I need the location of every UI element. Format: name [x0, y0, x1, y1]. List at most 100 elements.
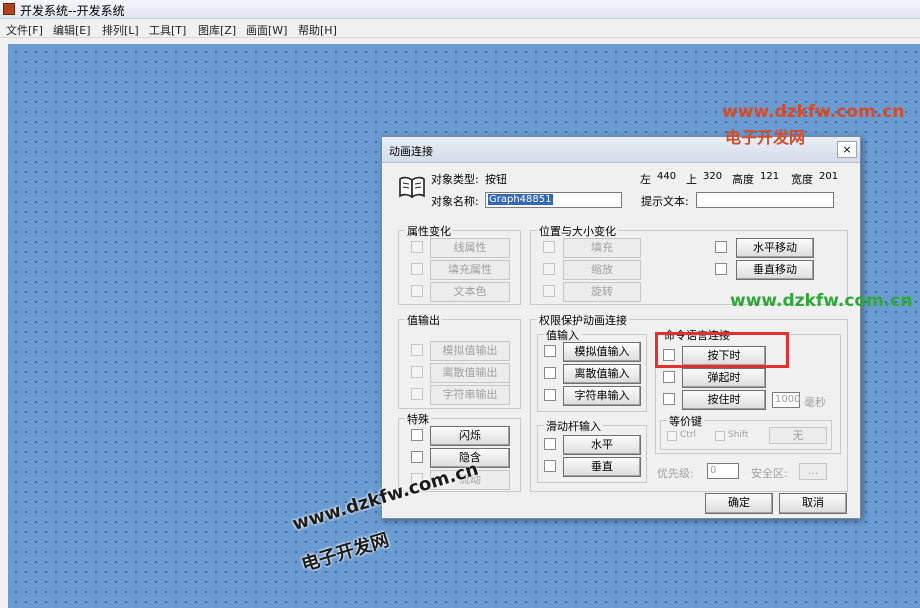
attr-textcolor-button[interactable]: 文本色 [430, 282, 510, 302]
watermark-url-top: www.dzkfw.com.cn [722, 102, 905, 122]
attr-change-group: 属性变化 线属性 填充属性 文本色 [398, 223, 521, 305]
value-output-title: 值输出 [405, 312, 442, 328]
left-value: 440 [657, 171, 677, 182]
priority-field[interactable]: 0 [707, 463, 739, 479]
hotkey-group: 等价键 Ctrl Shift 无 [660, 413, 832, 450]
protected-link-title: 权限保护动画连接 [537, 312, 629, 328]
watermark-url-mid: www.dzkfw.com.cn [730, 291, 913, 311]
attr-fill-checkbox[interactable] [411, 263, 423, 275]
vmove-button[interactable]: 垂直移动 [736, 260, 814, 280]
slider-vertical-checkbox[interactable] [544, 460, 556, 472]
slider-vertical-button[interactable]: 垂直 [563, 457, 641, 477]
watermark-name-top: 电子开发网 [725, 128, 806, 147]
pos-fill-button[interactable]: 填充 [563, 238, 641, 258]
string-output-checkbox[interactable] [411, 388, 423, 400]
slider-horizontal-checkbox[interactable] [544, 438, 556, 450]
width-value: 201 [819, 171, 839, 182]
app-icon [3, 3, 15, 15]
attr-line-button[interactable]: 线属性 [430, 238, 510, 258]
object-name-value: Graph48851 [488, 194, 553, 205]
dialog-title: 动画连接 [389, 145, 433, 158]
position-size-title: 位置与大小变化 [537, 223, 618, 239]
pos-scale-button[interactable]: 缩放 [563, 260, 641, 280]
discrete-input-checkbox[interactable] [544, 367, 556, 379]
while-held-button[interactable]: 按住时 [682, 390, 766, 410]
attr-fill-button[interactable]: 填充属性 [430, 260, 510, 280]
discrete-output-button[interactable]: 离散值输出 [430, 363, 510, 383]
shift-label: Shift [728, 430, 749, 440]
prompt-label: 提示文本: [641, 195, 689, 208]
attr-line-checkbox[interactable] [411, 241, 423, 253]
string-input-checkbox[interactable] [544, 389, 556, 401]
pos-rotate-button[interactable]: 旋转 [563, 282, 641, 302]
object-name-field[interactable]: Graph48851 [485, 192, 622, 208]
analog-input-button[interactable]: 模拟值输入 [563, 342, 641, 362]
object-type-value: 按钮 [485, 173, 507, 186]
ok-button[interactable]: 确定 [705, 493, 773, 514]
on-release-button[interactable]: 弹起时 [682, 368, 766, 388]
pos-fill-checkbox[interactable] [543, 241, 555, 253]
ctrl-checkbox[interactable] [667, 431, 677, 441]
top-value: 320 [703, 171, 723, 182]
vmove-checkbox[interactable] [715, 263, 727, 275]
on-release-checkbox[interactable] [663, 371, 675, 383]
shift-checkbox[interactable] [715, 431, 725, 441]
pos-scale-checkbox[interactable] [543, 263, 555, 275]
zone-button[interactable]: ... [799, 463, 827, 480]
prompt-field[interactable] [696, 192, 834, 208]
hide-checkbox[interactable] [411, 451, 423, 463]
slider-input-title: 滑动杆输入 [544, 418, 603, 434]
hotkey-title: 等价键 [667, 413, 704, 429]
analog-input-checkbox[interactable] [544, 345, 556, 357]
menu-help[interactable]: 帮助[H] [298, 22, 337, 38]
slider-input-group: 滑动杆输入 水平 垂直 [537, 418, 647, 483]
string-input-button[interactable]: 字符串输入 [563, 386, 641, 406]
animation-link-dialog: 动画连接 × 对象类型: 按钮 左 440 上 320 高度 121 宽度 20… [381, 136, 861, 519]
app-title: 开发系统--开发系统 [20, 4, 125, 18]
cancel-button[interactable]: 取消 [779, 493, 847, 514]
height-value: 121 [760, 171, 780, 182]
attr-textcolor-checkbox[interactable] [411, 285, 423, 297]
analog-output-button[interactable]: 模拟值输出 [430, 341, 510, 361]
discrete-input-button[interactable]: 离散值输入 [563, 364, 641, 384]
menu-arrange[interactable]: 排列[L] [102, 22, 139, 38]
width-label: 宽度 [791, 173, 813, 186]
priority-value: 0 [710, 465, 717, 476]
close-button[interactable]: × [837, 141, 857, 158]
menu-bar: 文件[F] 编辑[E] 排列[L] 工具[T] 图库[Z] 画面[W] 帮助[H… [0, 19, 920, 38]
hmove-button[interactable]: 水平移动 [736, 238, 814, 258]
highlight-box [655, 332, 789, 368]
while-held-checkbox[interactable] [663, 393, 675, 405]
attr-change-title: 属性变化 [405, 223, 453, 239]
height-label: 高度 [732, 173, 754, 186]
string-output-button[interactable]: 字符串输出 [430, 385, 510, 405]
hotkey-button[interactable]: 无 [769, 427, 827, 444]
value-input-title: 值输入 [544, 327, 581, 343]
book-icon [399, 176, 425, 198]
menu-tools[interactable]: 工具[T] [149, 22, 186, 38]
left-label: 左 [640, 173, 651, 186]
analog-output-checkbox[interactable] [411, 344, 423, 356]
hmove-checkbox[interactable] [715, 241, 727, 253]
top-label: 上 [686, 173, 697, 186]
value-output-group: 值输出 模拟值输出 离散值输出 字符串输出 [398, 312, 521, 409]
interval-unit: 毫秒 [804, 396, 826, 409]
menu-library[interactable]: 图库[Z] [198, 22, 236, 38]
menu-edit[interactable]: 编辑[E] [53, 22, 91, 38]
pos-rotate-checkbox[interactable] [543, 285, 555, 297]
slider-horizontal-button[interactable]: 水平 [563, 435, 641, 455]
object-type-label: 对象类型: [431, 173, 479, 186]
interval-value: 1000 [775, 394, 801, 405]
discrete-output-checkbox[interactable] [411, 366, 423, 378]
menu-file[interactable]: 文件[F] [6, 22, 43, 38]
zone-label: 安全区: [751, 467, 788, 480]
special-title: 特殊 [405, 411, 431, 427]
ctrl-label: Ctrl [680, 430, 697, 440]
blink-button[interactable]: 闪烁 [430, 426, 510, 446]
app-title-bar: 开发系统--开发系统 [0, 0, 920, 19]
object-name-label: 对象名称: [431, 195, 479, 208]
menu-screen[interactable]: 画面[W] [246, 22, 287, 38]
priority-label: 优先级: [657, 467, 694, 480]
blink-checkbox[interactable] [411, 429, 423, 441]
interval-field[interactable]: 1000 [772, 392, 800, 408]
